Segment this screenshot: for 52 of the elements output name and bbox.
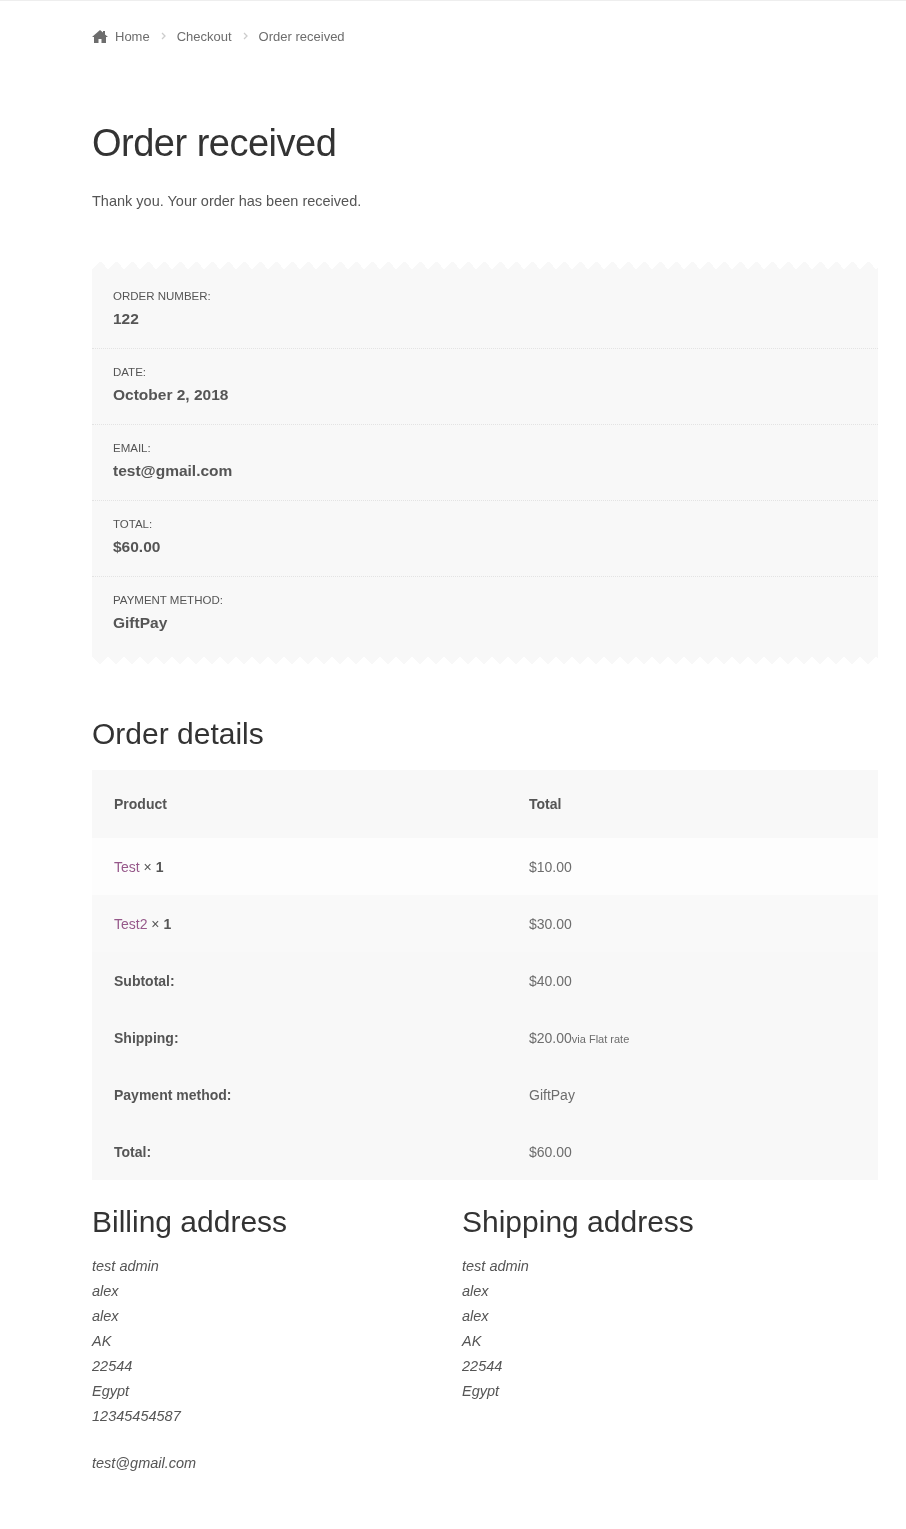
product-link[interactable]: Test2 [114, 915, 148, 932]
overview-value: GiftPay [113, 614, 169, 632]
section-heading: Billing address [92, 1204, 289, 1240]
totals-value: $60.00 [529, 1143, 572, 1160]
totals-label: Subtotal: [114, 972, 175, 989]
totals-label: Payment method: [114, 1086, 232, 1103]
product-quantity: × 1 [143, 858, 164, 875]
product-link[interactable]: Test [114, 858, 140, 875]
totals-value: GiftPay [529, 1086, 575, 1103]
overview-label: TOTAL: [113, 518, 154, 530]
chevron-icon [242, 32, 248, 40]
shipping-method-note: via Flat rate [571, 1032, 630, 1045]
column-header: Total [529, 796, 562, 812]
section-heading: Shipping address [462, 1204, 695, 1240]
overview-label: EMAIL: [113, 442, 152, 454]
address-line: test admin [462, 1257, 530, 1276]
line-total: $10.00 [529, 858, 572, 875]
overview-label: DATE: [113, 366, 147, 378]
overview-value: test@gmail.com [113, 462, 234, 480]
address-line: alex [462, 1282, 490, 1301]
address-line: alex [462, 1307, 490, 1326]
breadcrumb-link[interactable]: Checkout [176, 28, 232, 44]
address-line: 22544 [92, 1357, 134, 1376]
address-line: AK [92, 1332, 113, 1351]
email-address: test@gmail.com [92, 1454, 198, 1473]
address-line: AK [462, 1332, 483, 1351]
address-line: alex [92, 1282, 120, 1301]
section-heading: Order details [92, 716, 265, 752]
address-line: test admin [92, 1257, 160, 1276]
overview-label: PAYMENT METHOD: [113, 594, 224, 606]
product-quantity: × 1 [151, 915, 172, 932]
overview-value: 122 [113, 310, 140, 328]
breadcrumb-current: Order received [258, 28, 345, 44]
address-line: Egypt [462, 1382, 501, 1401]
overview-label: ORDER NUMBER: [113, 290, 212, 302]
address-line: 12345454587 [92, 1407, 183, 1426]
home-icon[interactable] [92, 29, 108, 43]
page-title: Order received [92, 121, 338, 166]
totals-value: $20.00 [529, 1029, 572, 1046]
overview-value: October 2, 2018 [113, 386, 230, 404]
thank-you-message: Thank you. Your order has been received. [92, 193, 363, 209]
overview-value: $60.00 [113, 538, 162, 556]
address-line: alex [92, 1307, 120, 1326]
totals-label: Total: [114, 1143, 152, 1160]
line-total: $30.00 [529, 915, 572, 932]
breadcrumb-link[interactable]: Home [115, 28, 150, 44]
totals-label: Shipping: [114, 1029, 179, 1046]
totals-value: $40.00 [529, 972, 572, 989]
address-line: Egypt [92, 1382, 131, 1401]
address-line: 22544 [462, 1357, 504, 1376]
column-header: Product [114, 796, 167, 812]
chevron-icon [160, 32, 166, 40]
